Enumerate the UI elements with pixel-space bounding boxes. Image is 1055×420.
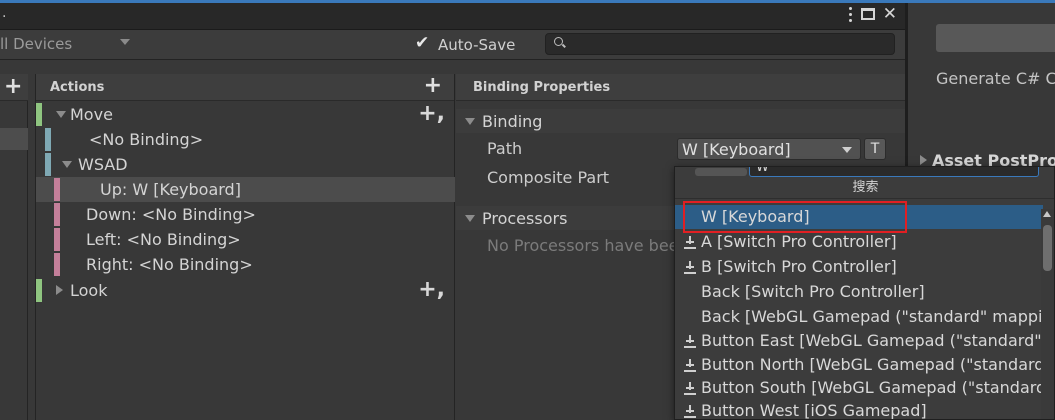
action-map-item[interactable] [0,128,28,150]
path-value: W [Keyboard] [682,140,791,159]
popup-item-label: A [Switch Pro Controller] [701,232,897,251]
no-processors-text: No Processors have been added. [487,236,677,255]
tree-item-move[interactable]: Move +, [36,101,455,127]
popup-scrollbar[interactable] [1041,209,1054,419]
processors-section-label: Processors [482,209,568,228]
scroll-up-icon[interactable] [1043,211,1051,217]
collapse-arrow-icon [920,155,927,165]
popup-listen-button[interactable] [695,168,747,176]
add-map-button[interactable]: + [4,76,22,98]
popup-item[interactable]: B [Switch Pro Controller] [675,255,1043,279]
control-schemes-panel [0,74,28,420]
expand-arrow-icon[interactable] [465,215,475,222]
add-binding-button[interactable]: +, [418,101,445,126]
toolbar: ll Devices ✔ Auto-Save [0,30,905,60]
popup-search-bar: W [675,167,1054,177]
popup-item-label: Back [WebGL Gamepad ("standard" mapping)… [701,307,1043,326]
control-schemes-header: + [0,74,28,101]
tree-item-left[interactable]: Left: <No Binding> [36,227,455,252]
tree-item-down[interactable]: Down: <No Binding> [36,202,455,227]
window-controls: ✕ [848,6,897,23]
tree-item-wsad[interactable]: WSAD [36,152,455,177]
tree-item-label: <No Binding> [89,130,204,149]
binding-section-label: Binding [482,112,543,131]
autosave-checkbox[interactable]: ✔ [415,34,433,52]
action-color-bar [36,279,42,302]
import-icon [684,261,696,274]
actions-header: Actions + [36,74,454,101]
part-color-bar [54,203,60,226]
actions-panel: Actions + Move +, <No Binding> WSAD Up: … [35,74,455,420]
import-icon [684,236,696,249]
binding-color-bar [45,128,51,151]
composite-part-label: Composite Part [487,168,610,187]
popup-item-label: Button South [WebGL Gamepad ("standard" … [701,378,1043,397]
popup-item[interactable]: Back [Switch Pro Controller] [675,280,1043,304]
binding-properties-header: Binding Properties [456,74,905,101]
popup-item-label: B [Switch Pro Controller] [701,257,897,276]
inspector-button[interactable] [936,24,1055,52]
annotation-highlight-box [683,201,907,233]
text-mode-button[interactable]: T [864,138,886,160]
autosave-label: Auto-Save [438,36,516,54]
tree-item-up[interactable]: Up: W [Keyboard] [36,177,455,202]
tree-item-label: Right: <No Binding> [86,255,253,274]
popup-item[interactable]: Button East [WebGL Gamepad ("standard" m… [675,329,1043,353]
path-label: Path [487,139,523,158]
popup-item-label: Back [Switch Pro Controller] [701,282,925,301]
collapse-arrow-icon[interactable] [56,285,63,295]
import-icon [684,382,696,395]
actions-title: Actions [50,80,105,95]
chevron-down-icon [842,147,852,153]
import-icon [684,335,696,348]
tree-item-right[interactable]: Right: <No Binding> [36,252,455,277]
window-title: . [2,5,7,21]
path-dropdown[interactable]: W [Keyboard] [677,138,861,160]
chevron-down-icon[interactable] [120,39,130,45]
binding-color-bar [45,153,51,176]
import-icon [684,405,696,418]
popup-title: 搜索 [675,177,1054,199]
popup-item[interactable]: Button South [WebGL Gamepad ("standard" … [675,376,1043,400]
tree-item-label: Down: <No Binding> [86,205,256,224]
generate-class-label: Generate C# C [936,69,1055,88]
scroll-thumb[interactable] [1043,225,1052,271]
part-color-bar [54,178,60,201]
kebab-menu-icon[interactable] [848,6,853,22]
search-icon [554,37,563,46]
expand-arrow-icon[interactable] [56,111,66,118]
popup-item-label: Button East [WebGL Gamepad ("standard" m… [701,331,1043,350]
tree-item-label: Left: <No Binding> [86,230,241,249]
popup-item-label: Button North [WebGL Gamepad ("standard" … [701,355,1043,374]
tree-item-label: Look [70,281,108,300]
binding-properties-title: Binding Properties [473,80,611,95]
part-color-bar [54,253,60,276]
popup-search-input[interactable]: W [749,167,1039,177]
add-binding-button[interactable]: +, [418,277,445,302]
maximize-icon[interactable] [860,8,875,20]
tree-item-label: WSAD [78,155,128,174]
popup-item[interactable]: A [Switch Pro Controller] [675,230,1043,254]
tree-item-look[interactable]: Look +, [36,277,455,303]
devices-dropdown[interactable]: ll Devices [0,35,72,53]
tree-item-label: Up: W [Keyboard] [100,180,241,199]
popup-item[interactable]: Button North [WebGL Gamepad ("standard" … [675,353,1043,377]
import-icon [684,359,696,372]
popup-search-value: W [756,166,769,175]
expand-arrow-icon[interactable] [465,118,475,125]
binding-section-header[interactable]: Binding [456,109,905,133]
tree-item-label: Move [70,105,113,124]
action-color-bar [36,103,42,126]
close-icon[interactable]: ✕ [883,6,897,23]
popup-item[interactable]: Back [WebGL Gamepad ("standard" mapping)… [675,305,1043,329]
tree-item-no-binding[interactable]: <No Binding> [36,127,455,152]
add-action-button[interactable]: + [424,75,442,97]
popup-item-label: Button West [iOS Gamepad] [701,401,927,420]
expand-arrow-icon[interactable] [62,161,72,168]
search-input[interactable] [545,33,895,55]
part-color-bar [54,228,60,251]
popup-item[interactable]: Button West [iOS Gamepad] [675,399,1043,420]
window-title-bar: . ✕ [0,3,905,30]
